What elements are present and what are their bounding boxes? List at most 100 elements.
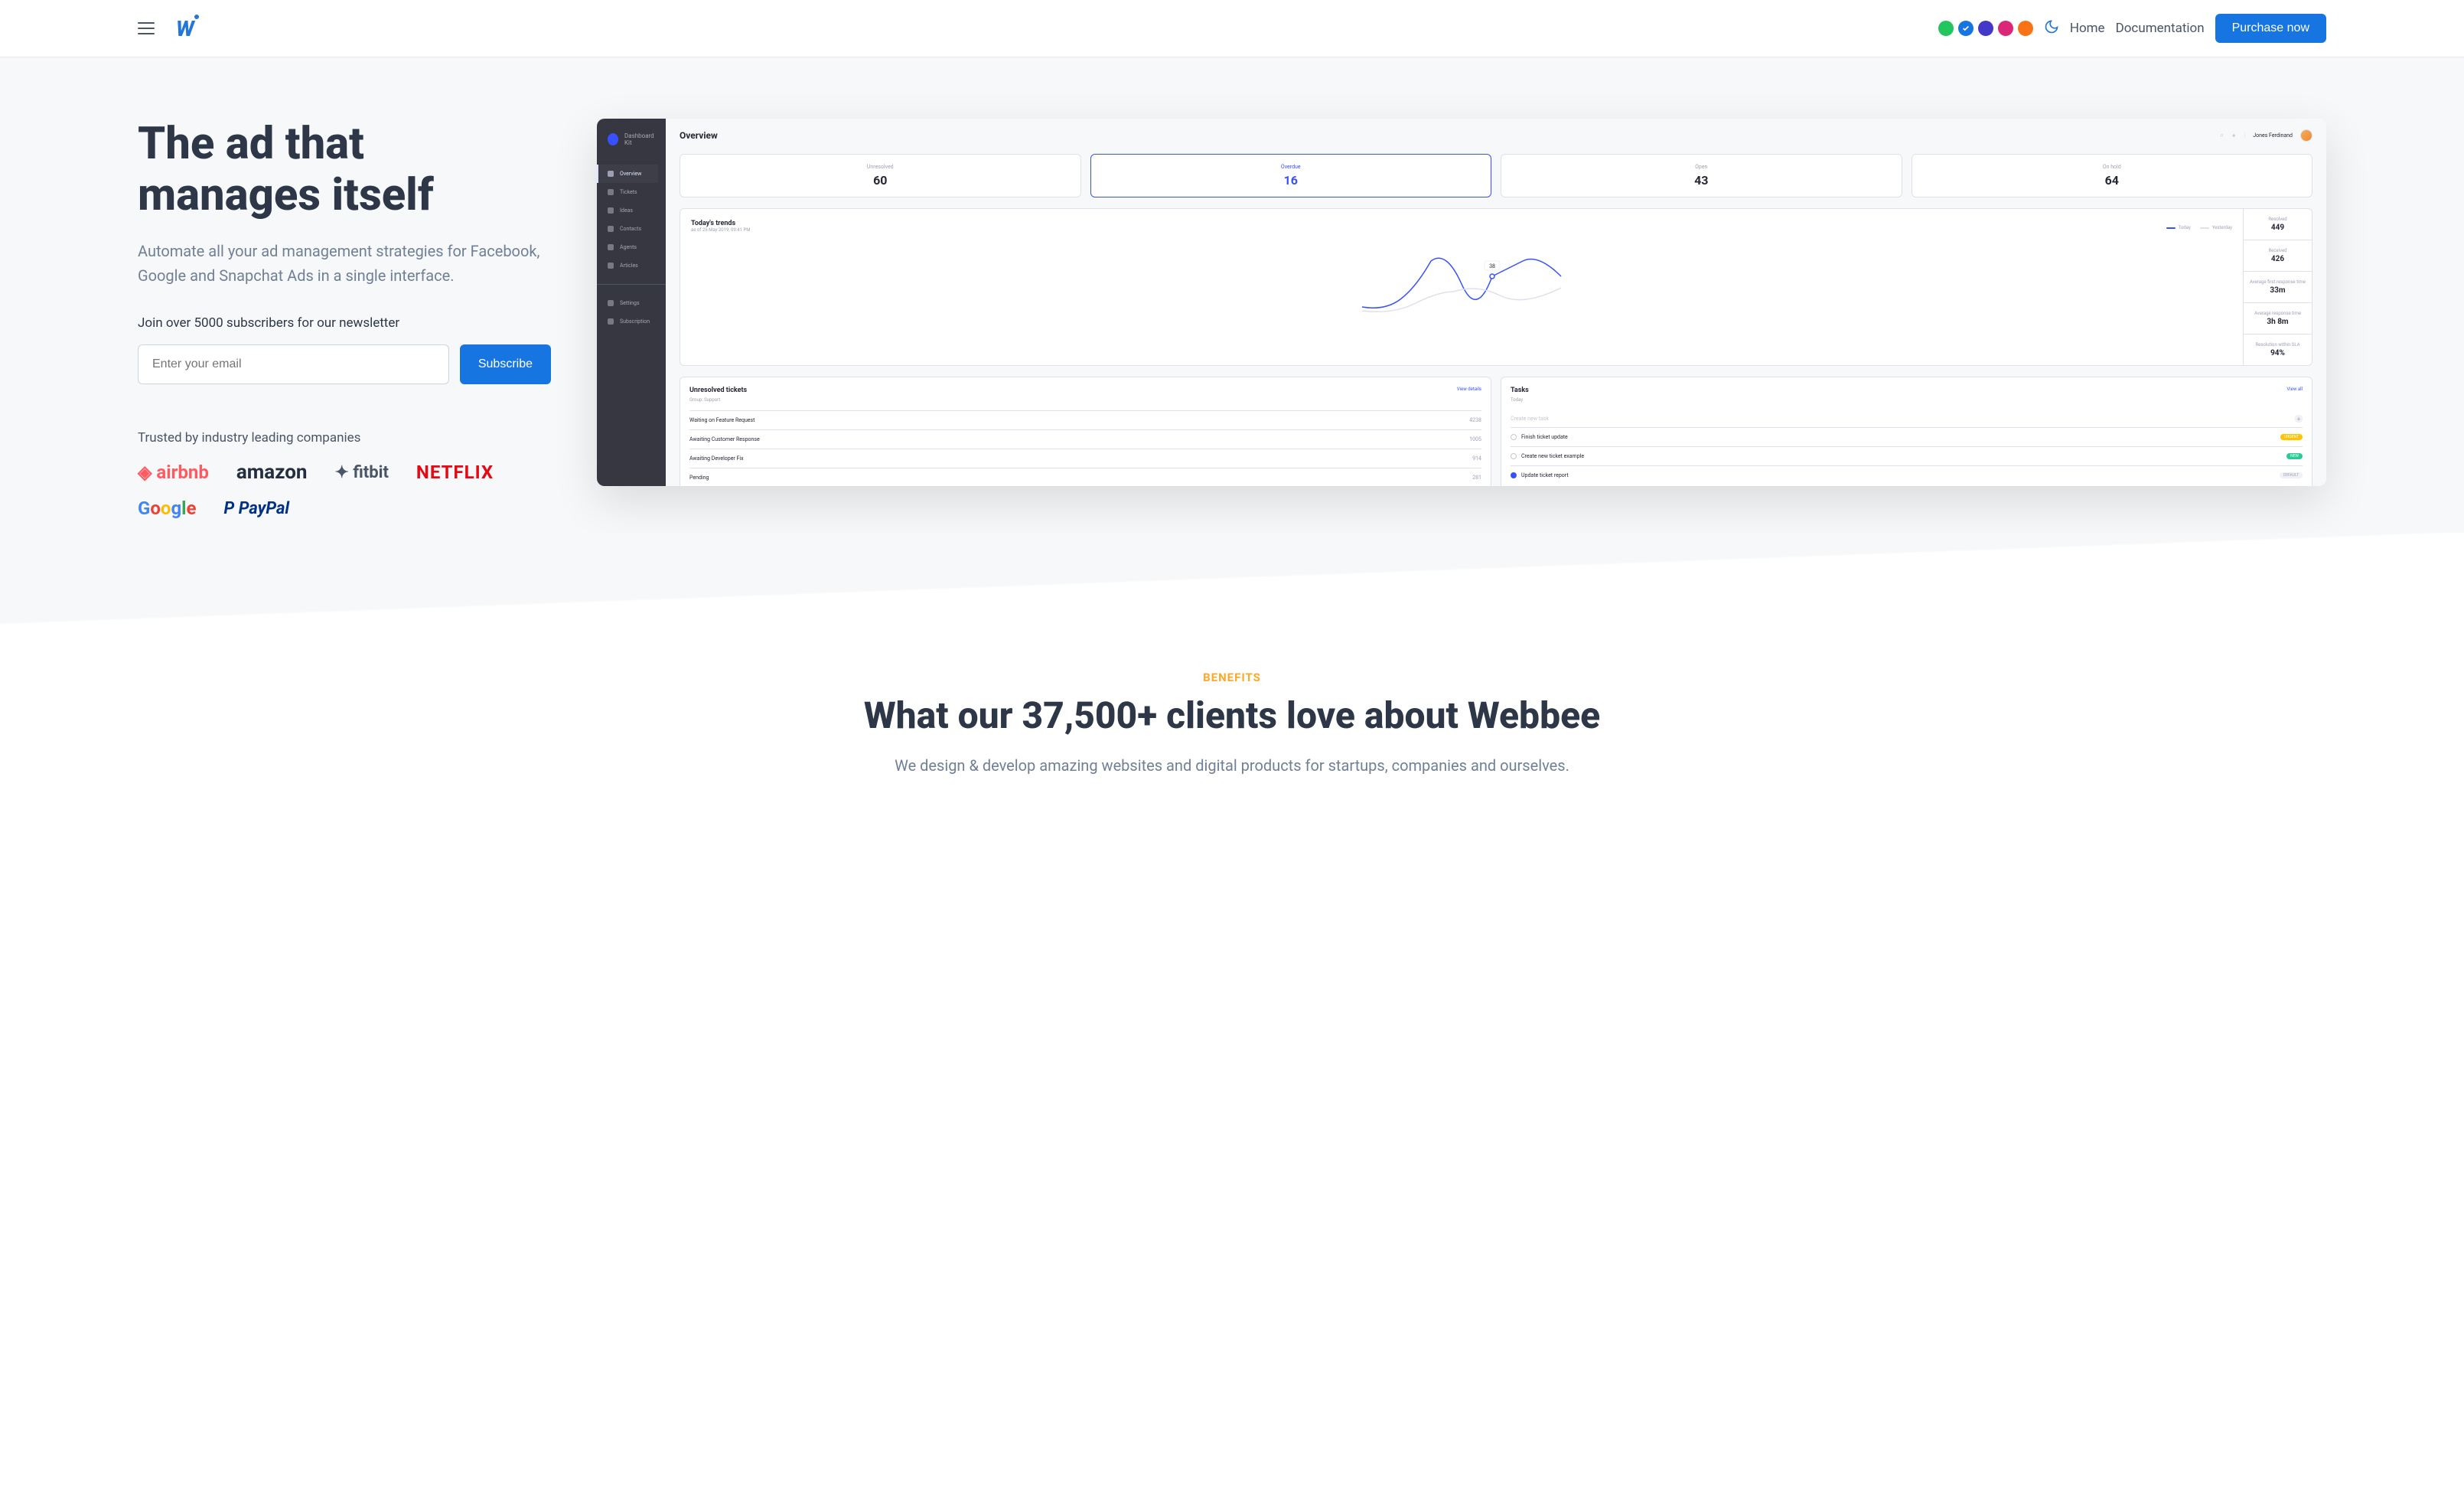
task-badge: DEFAULT	[2280, 472, 2303, 478]
badge-icon	[608, 318, 614, 325]
sidebar-item-overview[interactable]: Overview	[597, 165, 658, 183]
header-left: W	[138, 16, 193, 41]
metric-value: 426	[2250, 255, 2306, 263]
logo-mark: W	[176, 16, 193, 41]
sidebar-logo-icon	[608, 133, 618, 145]
subscribe-button[interactable]: Subscribe	[460, 344, 551, 384]
task-name: Create new ticket example	[1521, 453, 2282, 459]
ticket-row[interactable]: Awaiting Customer Response1005	[689, 429, 1481, 449]
metric-label: Received	[2250, 248, 2306, 253]
sidebar-title: Dashboard Kit	[624, 132, 658, 146]
ticket-row[interactable]: Pending281	[689, 468, 1481, 486]
search-icon[interactable]: ⌕	[2220, 132, 2223, 139]
menu-icon[interactable]	[138, 22, 155, 34]
tickets-list: Waiting on Feature Request4238Awaiting C…	[689, 410, 1481, 486]
dark-mode-icon[interactable]	[2044, 19, 2059, 38]
task-name: Update ticket report	[1521, 472, 2275, 478]
brand-row-2: Google P PayPal	[138, 498, 551, 519]
color-swatch[interactable]	[1978, 21, 1993, 36]
sidebar-item-settings[interactable]: Settings	[605, 294, 658, 312]
color-swatch[interactable]	[1938, 21, 1954, 36]
stat-label: Overdue	[1097, 164, 1485, 170]
bell-icon[interactable]: ✦	[2231, 132, 2237, 139]
legend-yesterday: Yesterday	[2200, 225, 2232, 230]
stat-card[interactable]: Unresolved60	[680, 154, 1081, 197]
stat-card[interactable]: Overdue16	[1090, 154, 1492, 197]
article-icon	[608, 263, 614, 269]
hero-section: The ad that manages itself Automate all …	[0, 57, 2464, 579]
tasks-title: Tasks	[1511, 387, 1529, 394]
benefits-subtitle: We design & develop amazing websites and…	[138, 756, 2326, 775]
brand-fitbit: ✦ fitbit	[334, 463, 388, 482]
create-task-label: Create new task	[1511, 416, 1549, 422]
color-swatch[interactable]	[2018, 21, 2033, 36]
newsletter-label: Join over 5000 subscribers for our newsl…	[138, 315, 551, 331]
tasks-list: Finish ticket updateURGENTCreate new tic…	[1511, 427, 2303, 485]
task-row[interactable]: Finish ticket updateURGENT	[1511, 427, 2303, 446]
view-all-link[interactable]: View all	[2286, 387, 2303, 392]
stat-card[interactable]: Open43	[1501, 154, 1902, 197]
trusted-label: Trusted by industry leading companies	[138, 430, 551, 445]
sidebar-divider	[597, 284, 666, 285]
purchase-button[interactable]: Purchase now	[2215, 14, 2326, 43]
task-checkbox[interactable]	[1511, 453, 1517, 459]
ticket-name: Awaiting Developer Fix	[689, 455, 744, 462]
ticket-row[interactable]: Waiting on Feature Request4238	[689, 410, 1481, 429]
color-swatches	[1938, 21, 2033, 36]
metric-label: Resolution within SLA	[2250, 342, 2306, 348]
task-checkbox[interactable]	[1511, 434, 1517, 440]
task-checkbox[interactable]	[1511, 472, 1517, 478]
dashboard-main: Overview ⌕ ✦ | Jones Ferdinand Unresolve…	[666, 119, 2326, 486]
sidebar-item-contacts[interactable]: Contacts	[605, 220, 658, 238]
view-details-link[interactable]: View details	[1457, 387, 1481, 392]
stat-label: Unresolved	[686, 164, 1074, 170]
ticket-name: Waiting on Feature Request	[689, 417, 755, 423]
stat-row: Unresolved60Overdue16Open43 On hold 64	[680, 154, 2312, 197]
metric-value: 94%	[2250, 349, 2306, 357]
hero-subtitle: Automate all your ad management strategi…	[138, 239, 551, 288]
sidebar-item-subscription[interactable]: Subscription	[605, 312, 658, 331]
sidebar-item-tickets[interactable]: Tickets	[605, 183, 658, 201]
dashboard-preview: Dashboard Kit Overview Tickets Ideas Con…	[597, 119, 2326, 486]
sidebar-item-articles[interactable]: Articles	[605, 256, 658, 275]
stat-value: 64	[1918, 173, 2306, 188]
chart-point-label: 38	[1489, 263, 1495, 269]
ticket-row[interactable]: Awaiting Developer Fix914	[689, 449, 1481, 468]
stat-card[interactable]: On hold 64	[1912, 154, 2313, 197]
benefits-label: BENEFITS	[138, 671, 2326, 684]
sidebar-item-ideas[interactable]: Ideas	[605, 201, 658, 220]
unresolved-group: Group: Support	[689, 397, 1481, 403]
hero-title: The ad that manages itself	[138, 119, 551, 220]
trends-metrics: Resolved449Received426Average first resp…	[2243, 209, 2312, 365]
metric-value: 449	[2250, 224, 2306, 232]
trends-panel: Today's trends as of 25 May 2019, 09:41 …	[680, 208, 2312, 366]
users-icon	[608, 226, 614, 232]
task-badge: URGENT	[2280, 434, 2303, 440]
ticket-icon	[608, 189, 614, 195]
task-row[interactable]: Create new ticket example NEW	[1511, 446, 2303, 465]
sidebar-item-agents[interactable]: Agents	[605, 238, 658, 256]
add-task-button[interactable]: +	[2295, 415, 2303, 423]
color-swatch[interactable]	[1998, 21, 2013, 36]
color-swatch[interactable]	[1958, 21, 1973, 36]
metric-value: 33m	[2250, 286, 2306, 295]
tasks-panel: Tasks View all Today Create new task + F…	[1501, 377, 2312, 486]
pie-icon	[608, 171, 614, 177]
nav-home[interactable]: Home	[2070, 21, 2105, 36]
hero-image: Dashboard Kit Overview Tickets Ideas Con…	[597, 119, 2326, 533]
logo-dot	[194, 15, 199, 19]
stat-label: On hold	[1918, 164, 2306, 170]
avatar[interactable]	[2300, 129, 2312, 142]
task-row[interactable]: Update ticket report DEFAULT	[1511, 465, 2303, 485]
site-header: W Home Documentation Purchase now	[0, 0, 2464, 57]
nav-docs[interactable]: Documentation	[2116, 21, 2205, 36]
metric: Average first response time33m	[2244, 272, 2312, 303]
email-input[interactable]	[138, 344, 449, 384]
logo[interactable]: W	[176, 16, 193, 41]
task-badge: NEW	[2286, 453, 2303, 459]
stat-value: 43	[1507, 173, 1895, 188]
metric-label: Average first response time	[2250, 279, 2306, 285]
unresolved-panel: Unresolved tickets View details Group: S…	[680, 377, 1491, 486]
user-name: Jones Ferdinand	[2253, 132, 2293, 139]
create-task-row: Create new task +	[1511, 410, 2303, 427]
